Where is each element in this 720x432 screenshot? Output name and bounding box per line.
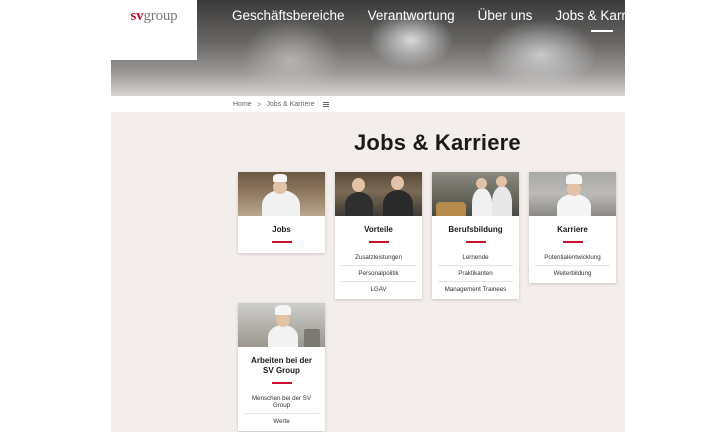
card-links: Menschen bei der SV Group Werte <box>238 391 325 431</box>
card-link[interactable]: Lernende <box>438 250 513 265</box>
card-accent-bar <box>271 382 292 384</box>
nav-item-jobs-karriere[interactable]: Jobs & Karriere <box>555 8 648 32</box>
card-link[interactable]: Weiterbildung <box>535 264 610 281</box>
card-berufsbildung[interactable]: Berufsbildung Lernende Praktikanten Mana… <box>432 172 519 299</box>
card-links: Potentialentwicklung Weiterbildung <box>529 250 616 283</box>
nav-item-verantwortung[interactable]: Verantwortung <box>368 8 455 32</box>
active-nav-indicator <box>590 30 613 32</box>
card-accent-bar <box>368 241 389 243</box>
breadcrumb: Home > Jobs & Karriere <box>233 100 329 109</box>
card-link[interactable]: LGAV <box>341 280 416 297</box>
card-title[interactable]: Arbeiten bei der SV Group <box>238 347 325 376</box>
page: svgroup Geschäftsbereiche Verantwortung … <box>0 0 720 432</box>
card-karriere-image <box>529 172 616 216</box>
card-links: Zusatzleistungen Personalpolitik LGAV <box>335 250 422 299</box>
card-link[interactable]: Zusatzleistungen <box>341 250 416 265</box>
card-accent-bar <box>465 241 486 243</box>
card-title[interactable]: Vorteile <box>335 216 422 235</box>
card-link[interactable]: Potentialentwicklung <box>535 250 610 265</box>
nav-item-geschaeftsbereiche[interactable]: Geschäftsbereiche <box>232 8 345 32</box>
breadcrumb-separator-icon: > <box>256 100 262 109</box>
main-nav: Geschäftsbereiche Verantwortung Über uns… <box>232 8 648 32</box>
card-arbeiten-bei-der-sv-group[interactable]: Arbeiten bei der SV Group Menschen bei d… <box>238 303 325 431</box>
menu-icon[interactable] <box>322 102 329 107</box>
card-title[interactable]: Karriere <box>529 216 616 235</box>
card-berufsbildung-image <box>432 172 519 216</box>
card-link[interactable]: Werte <box>244 412 319 429</box>
card-arbeiten-image <box>238 303 325 347</box>
card-jobs[interactable]: Jobs <box>238 172 325 253</box>
card-vorteile[interactable]: Vorteile Zusatzleistungen Personalpoliti… <box>335 172 422 299</box>
breadcrumb-current[interactable]: Jobs & Karriere <box>266 101 314 108</box>
card-link[interactable]: Praktikanten <box>438 264 513 281</box>
card-link[interactable]: Management Trainees <box>438 280 513 297</box>
breadcrumb-home[interactable]: Home <box>233 101 252 108</box>
page-title: Jobs & Karriere <box>354 130 521 155</box>
card-jobs-image <box>238 172 325 216</box>
card-karriere[interactable]: Karriere Potentialentwicklung Weiterbild… <box>529 172 616 283</box>
card-link[interactable]: Personalpolitik <box>341 264 416 281</box>
card-vorteile-image <box>335 172 422 216</box>
svgroup-logo[interactable]: svgroup <box>131 8 178 25</box>
card-accent-bar <box>562 241 583 243</box>
nav-item-ueber-uns[interactable]: Über uns <box>478 8 533 32</box>
logo-box[interactable]: svgroup <box>111 0 197 60</box>
card-links: Lernende Praktikanten Management Trainee… <box>432 250 519 299</box>
card-title[interactable]: Berufsbildung <box>432 216 519 235</box>
card-title[interactable]: Jobs <box>238 216 325 235</box>
card-link[interactable]: Menschen bei der SV Group <box>244 391 319 413</box>
